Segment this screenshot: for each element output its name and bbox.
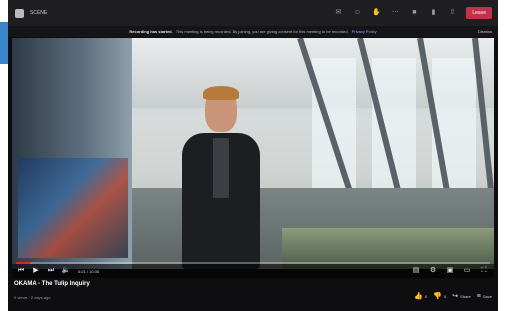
save-label: Save	[482, 293, 492, 299]
video-title: OKAMA - The Tulip Inquiry	[14, 281, 90, 287]
share-icon: ↪	[452, 293, 459, 300]
raise-hand-icon[interactable]: ✋	[371, 8, 381, 18]
screen-frame: SCENE ✉ ☺ ✋ ⋯ ■ ▮ ⇧ Leave Recording has …	[8, 0, 498, 311]
next-icon[interactable]: ⏭	[45, 265, 57, 277]
save-icon: ≡	[476, 292, 481, 300]
thumbs-up-icon: 👍	[414, 293, 424, 300]
recording-banner-title: Recording has started.	[129, 29, 173, 34]
previous-icon[interactable]: ⏮	[15, 265, 27, 277]
recording-banner-text: This meeting is being recorded. By joini…	[175, 29, 349, 34]
settings-icon[interactable]: ⚙	[427, 265, 439, 277]
video-scene-window	[432, 58, 476, 188]
dislike-count: 0	[443, 293, 447, 299]
app-icon	[15, 8, 24, 18]
video-scene-window	[312, 58, 356, 188]
people-icon[interactable]: ☺	[352, 8, 362, 18]
meeting-toolbar: ✉ ☺ ✋ ⋯ ■ ▮ ⇧ Leave	[333, 7, 492, 19]
play-icon[interactable]: ▶	[30, 265, 42, 277]
more-icon[interactable]: ⋯	[390, 8, 400, 18]
fullscreen-icon[interactable]: ⛶	[478, 265, 490, 277]
video-time: 0:21 / 10:35	[78, 268, 100, 274]
volume-icon[interactable]: 🔈	[60, 265, 72, 277]
camera-icon[interactable]: ■	[409, 8, 419, 18]
dismiss-banner-button[interactable]: Dismiss	[478, 29, 492, 34]
presenter-shirt	[213, 138, 229, 198]
chat-icon[interactable]: ✉	[333, 8, 343, 18]
player-controls: ⏮ ▶ ⏭ 🔈 0:21 / 10:35 ▤ ⚙ ▣ ▭ ⛶	[12, 264, 494, 278]
video-meta: 0 views · 2 days ago	[14, 295, 51, 300]
thumbs-down-icon: 👎	[433, 293, 442, 300]
app-title: SCENE	[30, 10, 48, 16]
meeting-top-bar: SCENE ✉ ☺ ✋ ⋯ ■ ▮ ⇧ Leave	[8, 0, 498, 26]
share-tray-icon[interactable]: ⇧	[447, 8, 457, 18]
video-scene-mural	[18, 158, 128, 258]
like-count: 0	[425, 293, 428, 299]
share-label: Share	[460, 293, 471, 299]
like-button[interactable]: 👍 0	[414, 292, 427, 300]
captions-icon[interactable]: ▤	[410, 265, 422, 277]
video-info: OKAMA - The Tulip Inquiry 0 views · 2 da…	[12, 278, 494, 311]
video-player[interactable]	[12, 38, 494, 269]
theater-icon[interactable]: ▭	[461, 265, 473, 277]
dislike-button[interactable]: 👎 0	[433, 292, 446, 300]
recording-banner: Recording has started. This meeting is b…	[8, 26, 498, 37]
save-button[interactable]: ≡ Save	[477, 293, 492, 300]
mic-icon[interactable]: ▮	[428, 8, 438, 18]
miniplayer-icon[interactable]: ▣	[444, 265, 456, 277]
privacy-policy-link[interactable]: Privacy Policy	[352, 29, 377, 34]
player-controls-right: ▤ ⚙ ▣ ▭ ⛶	[407, 265, 490, 277]
video-actions: 👍 0 👎 0 ↪ Share ≡ Save	[414, 292, 492, 301]
presenter-hair	[203, 86, 239, 100]
share-button[interactable]: ↪ Share	[452, 292, 471, 300]
leave-button[interactable]: Leave	[466, 7, 492, 19]
